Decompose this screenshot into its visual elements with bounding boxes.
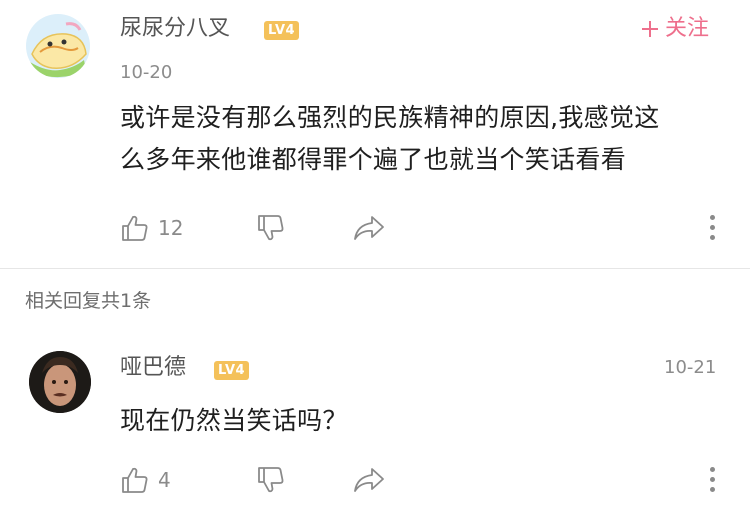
plus-icon — [642, 21, 658, 37]
follow-button[interactable]: 关注 — [641, 18, 709, 40]
more-vertical-icon — [710, 215, 715, 220]
comment-text-line-2: 么多年来他谁都得罪个遍了也就当个笑话看看 — [120, 145, 627, 174]
reply-avatar[interactable] — [29, 351, 91, 413]
comment-text: 或许是没有那么强烈的民族精神的原因,我感觉这 么多年来他谁都得罪个遍了也就当个笑… — [120, 97, 730, 181]
reply-dislike-button[interactable] — [256, 465, 286, 495]
replies-header: 相关回复共1条 — [25, 290, 152, 312]
avatar-photo — [29, 351, 91, 413]
like-button[interactable]: 12 — [120, 213, 183, 243]
thumbs-up-icon — [122, 215, 148, 241]
reply-like-count: 4 — [158, 468, 171, 492]
thumbs-down-icon — [258, 467, 284, 493]
comment-date: 10-20 — [120, 62, 173, 83]
comment-text-line-1: 或许是没有那么强烈的民族精神的原因,我感觉这 — [120, 103, 660, 132]
like-count: 12 — [158, 216, 184, 240]
share-arrow-icon — [354, 468, 384, 492]
reply-text: 现在仍然当笑话吗？ — [120, 406, 348, 435]
thumbs-down-icon — [258, 215, 284, 241]
reply-more-button[interactable] — [710, 467, 715, 492]
share-button[interactable] — [352, 213, 386, 243]
reply-level-badge: LV4 — [214, 361, 250, 380]
reply-username[interactable]: 哑巴德 — [120, 357, 186, 379]
thumbs-up-icon — [122, 467, 148, 493]
divider — [0, 268, 750, 269]
share-arrow-icon — [354, 216, 384, 240]
comment-avatar[interactable] — [26, 14, 90, 78]
comment-level-badge: LV4 — [264, 21, 300, 40]
reply-share-button[interactable] — [352, 465, 386, 495]
reply-like-button[interactable]: 4 — [120, 465, 171, 495]
dislike-button[interactable] — [256, 213, 286, 243]
comment-more-button[interactable] — [710, 215, 715, 240]
reply-date: 10-21 — [664, 357, 717, 378]
more-vertical-icon — [710, 467, 715, 472]
comment-username[interactable]: 尿尿分八叉 — [120, 18, 230, 40]
follow-label: 关注 — [665, 16, 710, 41]
avatar-illustration — [26, 14, 90, 78]
